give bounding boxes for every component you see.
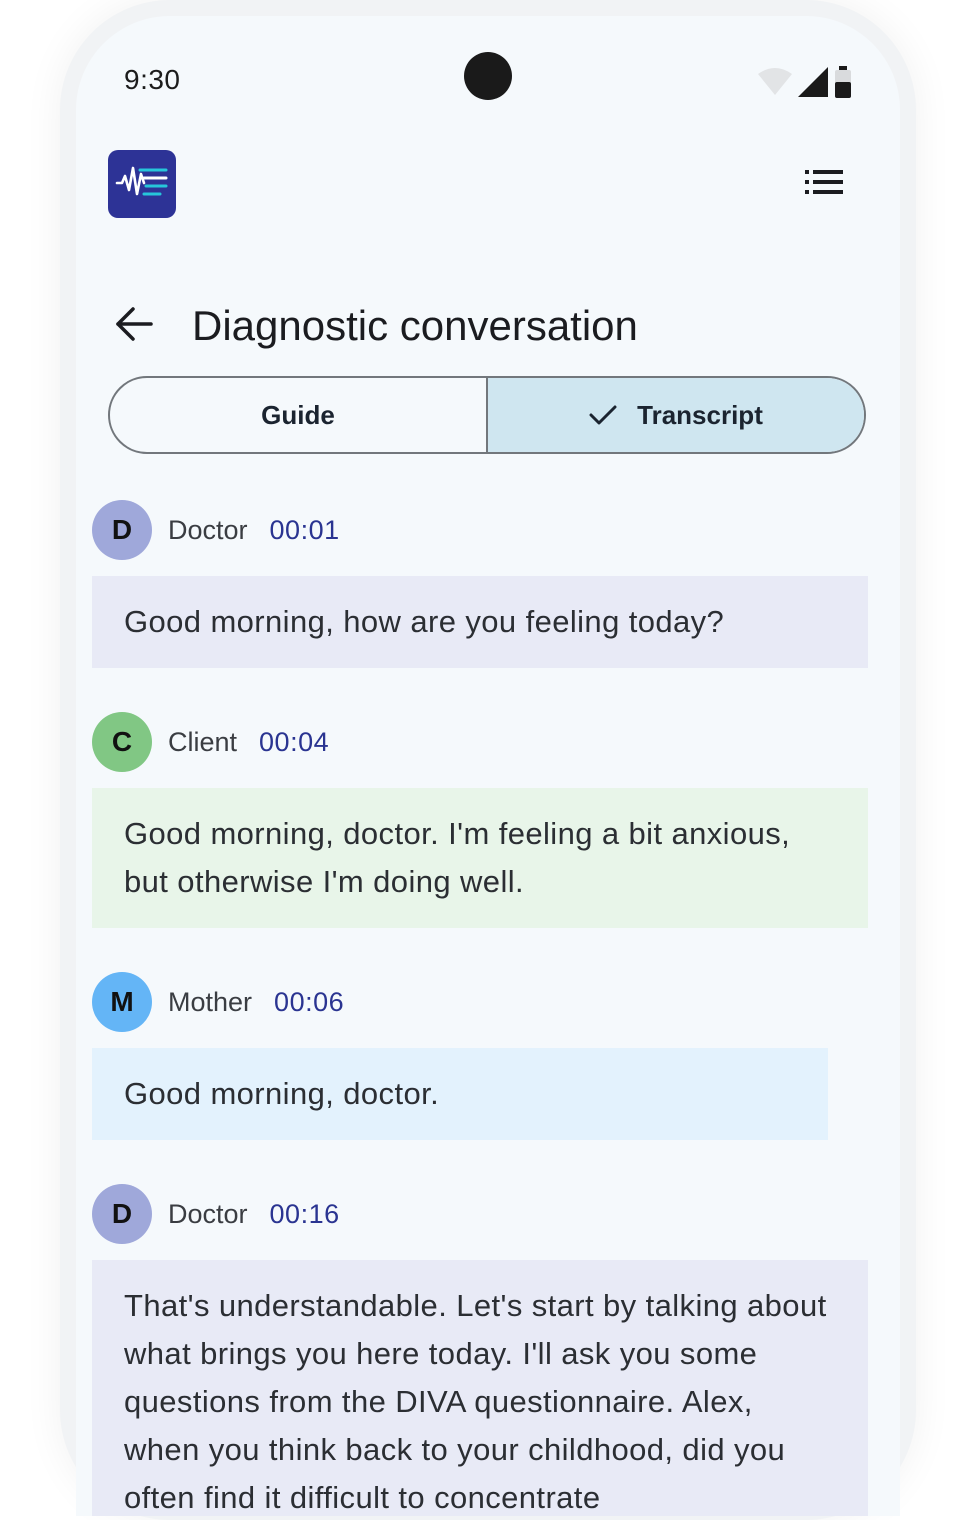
timestamp[interactable]: 00:06 [274, 987, 344, 1018]
speaker-name: Mother [168, 986, 253, 1017]
signal-icon [798, 67, 828, 102]
back-button[interactable] [112, 304, 156, 348]
list-icon [805, 169, 843, 199]
speaker-row: M Mother 00:06 [92, 972, 868, 1032]
camera-cutout [464, 52, 512, 100]
avatar: D [92, 1184, 152, 1244]
avatar: D [92, 500, 152, 560]
message-bubble: That's understandable. Let's start by ta… [92, 1260, 868, 1516]
status-time: 9:30 [124, 64, 181, 95]
timestamp[interactable]: 00:01 [270, 515, 340, 546]
message-bubble: Good morning, doctor. [92, 1048, 828, 1140]
wifi-icon [758, 68, 792, 101]
tab-transcript-label: Transcript [637, 399, 763, 430]
app-logo [108, 150, 176, 218]
timestamp[interactable]: 00:04 [259, 727, 329, 758]
message-bubble: Good morning, how are you feeling today? [92, 576, 868, 668]
battery-icon [834, 66, 852, 103]
tab-guide[interactable]: Guide [110, 378, 486, 452]
status-icons [758, 66, 852, 103]
transcript-entry: M Mother 00:06 Good morning, doctor. [92, 972, 868, 1140]
view-toggle: Guide Transcript [108, 376, 866, 454]
speaker-row: D Doctor 00:01 [92, 500, 868, 560]
transcript-entry: C Client 00:04 Good morning, doctor. I'm… [92, 712, 868, 928]
speaker-row: D Doctor 00:16 [92, 1184, 868, 1244]
title-row: Diagnostic conversation [112, 274, 638, 378]
transcript-entry: D Doctor 00:16 That's understandable. Le… [92, 1184, 868, 1516]
avatar: C [92, 712, 152, 772]
speaker-row: C Client 00:04 [92, 712, 868, 772]
avatar: M [92, 972, 152, 1032]
arrow-left-icon [115, 306, 153, 346]
tab-transcript[interactable]: Transcript [486, 378, 864, 452]
message-bubble: Good morning, doctor. I'm feeling a bit … [92, 788, 868, 928]
waveform-list-icon [114, 162, 170, 207]
speaker-name: Doctor [168, 1198, 248, 1229]
transcript-entry: D Doctor 00:01 Good morning, how are you… [92, 500, 868, 668]
page-title: Diagnostic conversation [192, 302, 638, 350]
timestamp[interactable]: 00:16 [270, 1199, 340, 1230]
speaker-name: Doctor [168, 514, 248, 545]
transcript-list: D Doctor 00:01 Good morning, how are you… [92, 500, 868, 1516]
speaker-name: Client [168, 726, 238, 757]
check-icon [589, 404, 617, 426]
menu-button[interactable] [802, 166, 846, 202]
app-screen: 9:30 Diagnostic conversation Guide Trans… [76, 16, 900, 1516]
tab-guide-label: Guide [261, 399, 335, 430]
